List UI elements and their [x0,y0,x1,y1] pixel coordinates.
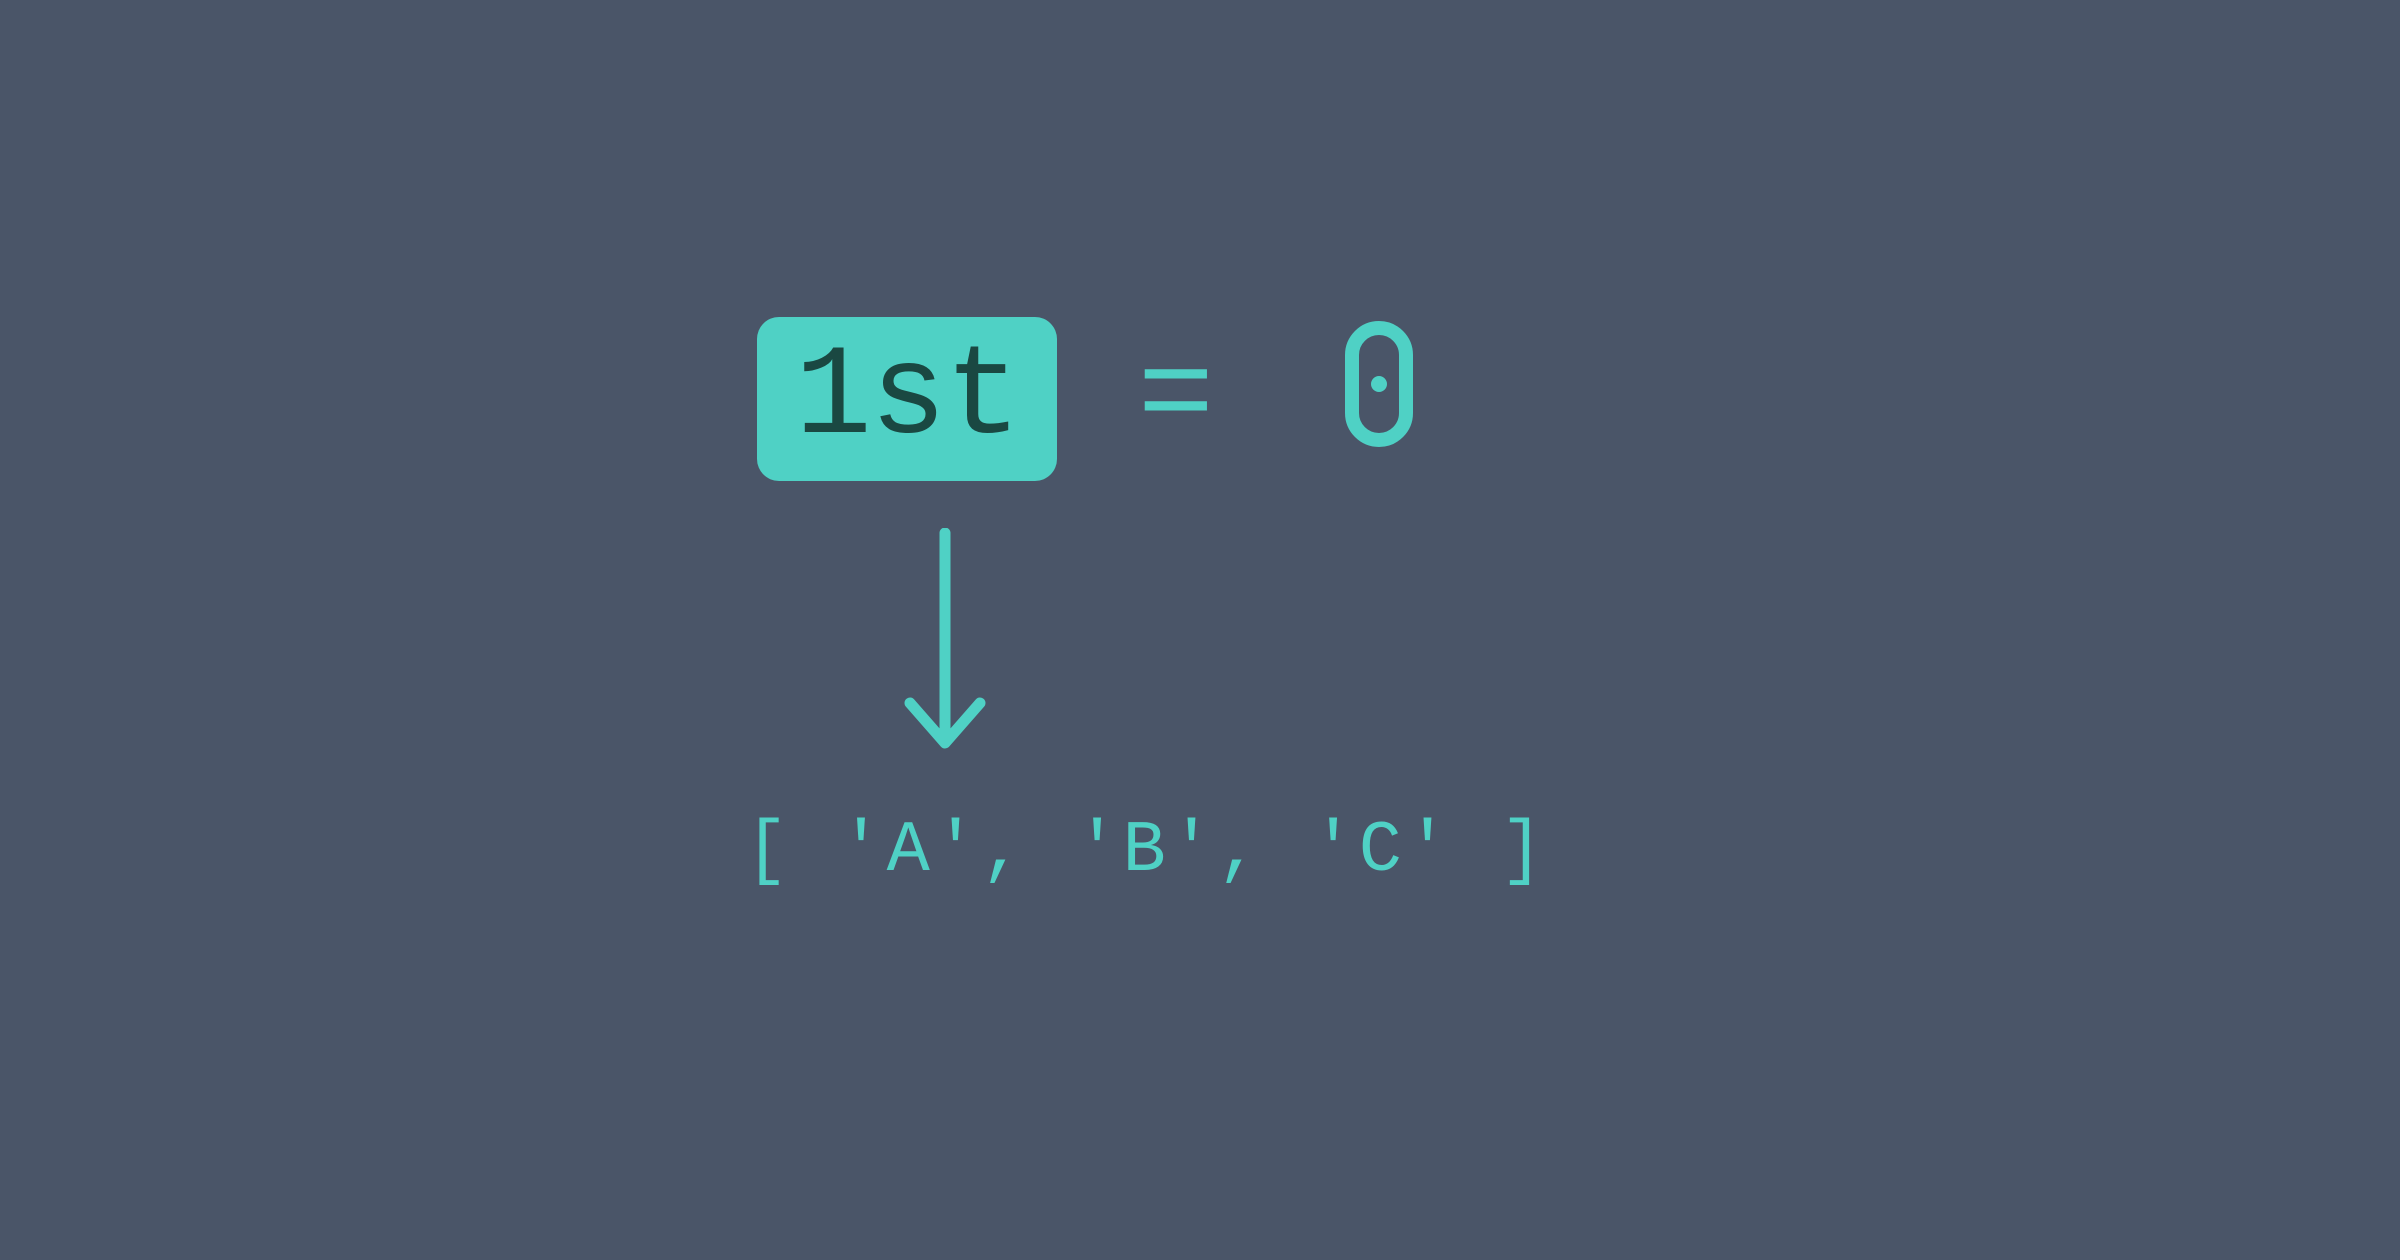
ordinal-badge: 1st [757,317,1057,481]
zero-index-diagram: 1st = [ 'A', 'B', 'C' ] [0,0,2400,1260]
equation-row: 1st = [757,317,1414,481]
down-arrow-icon [895,528,995,753]
index-value [1344,320,1414,479]
equals-operator: = [1137,335,1214,463]
badge-label: 1st [795,326,1019,471]
array-literal: [ 'A', 'B', 'C' ] [745,810,1548,892]
